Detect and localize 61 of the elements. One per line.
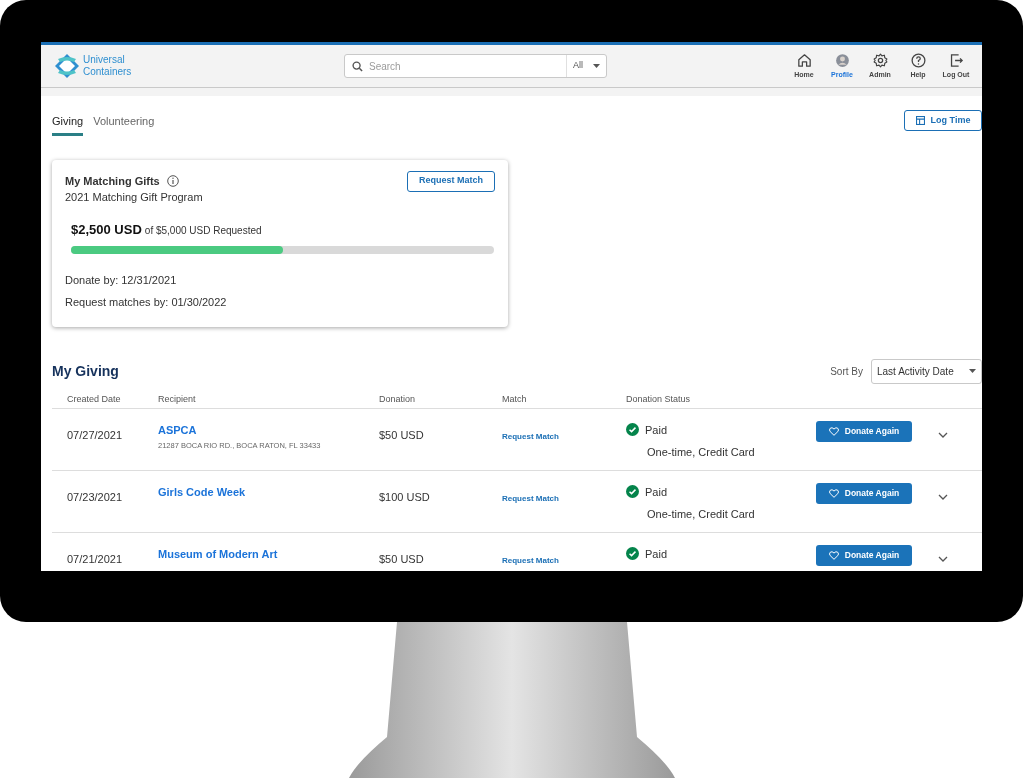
avatar-icon bbox=[833, 51, 851, 69]
chevron-down-icon[interactable] bbox=[938, 493, 948, 500]
home-icon bbox=[795, 51, 813, 69]
donate-again-button[interactable]: Donate Again bbox=[816, 420, 912, 442]
donation-status: Paid bbox=[645, 422, 668, 438]
column-header: Donation Status bbox=[626, 393, 691, 404]
log-time-button[interactable]: Log Time bbox=[904, 110, 982, 131]
request-by-date: Request matches by: 01/30/2022 bbox=[65, 295, 228, 310]
search-field[interactable]: Search All bbox=[344, 54, 607, 78]
requested-total: of $5,000 USD Requested bbox=[144, 224, 262, 238]
logo-text: Containers bbox=[83, 66, 132, 78]
donate-again-button[interactable]: Donate Again bbox=[816, 482, 912, 504]
caret-icon bbox=[969, 369, 976, 373]
column-header: Created Date bbox=[67, 393, 121, 404]
sort-label: Sort By bbox=[830, 364, 863, 379]
payment-method: One-time, Credit Card bbox=[647, 445, 756, 460]
request-match-button[interactable]: Request Match bbox=[407, 170, 495, 192]
tab[interactable]: Giving bbox=[52, 113, 84, 136]
donate-by-date: Donate by: 12/31/2021 bbox=[65, 272, 178, 288]
settings-icon bbox=[871, 51, 889, 69]
request-match-link[interactable]: Request Match bbox=[502, 493, 559, 503]
payment-method: One-time, Credit Card bbox=[647, 507, 756, 522]
logo-text: Universal bbox=[83, 54, 126, 66]
donation-status: Paid bbox=[645, 546, 668, 562]
search-icon bbox=[352, 60, 363, 72]
donate-again-button[interactable]: Donate Again bbox=[816, 544, 912, 566]
logo-icon bbox=[54, 53, 80, 79]
card-title: My Matching Gifts bbox=[65, 173, 160, 189]
column-header: Donation bbox=[379, 393, 416, 404]
table-cell: $100 USD bbox=[379, 490, 430, 503]
scope-dropdown[interactable]: All bbox=[566, 55, 606, 77]
recipient-link[interactable]: ASPCA bbox=[158, 421, 197, 438]
table-cell: 07/21/2021 bbox=[67, 552, 123, 565]
column-header: Match bbox=[502, 393, 527, 404]
heart-icon bbox=[828, 426, 839, 436]
matched-amount: $2,500 USD bbox=[71, 221, 142, 239]
chevron-down-icon[interactable] bbox=[938, 431, 948, 438]
recipient-link[interactable]: Girls Code Week bbox=[158, 483, 246, 500]
heart-icon bbox=[828, 550, 839, 560]
caret-icon bbox=[593, 64, 600, 68]
section-title: My Giving bbox=[52, 361, 119, 381]
check-circle-icon bbox=[626, 547, 639, 561]
tab[interactable]: Volunteering bbox=[93, 113, 155, 136]
request-match-link[interactable]: Request Match bbox=[502, 431, 559, 441]
info-icon[interactable] bbox=[166, 174, 179, 187]
request-match-link[interactable]: Request Match bbox=[502, 555, 559, 565]
table-cell: $50 USD bbox=[379, 428, 424, 441]
column-header: Recipient bbox=[158, 393, 196, 404]
table-cell: $50 USD bbox=[379, 552, 424, 565]
program-name: 2021 Matching Gift Program bbox=[65, 189, 204, 205]
calendar-icon bbox=[915, 116, 925, 125]
heart-icon bbox=[828, 488, 839, 498]
table-cell: 07/27/2021 bbox=[67, 428, 123, 441]
table-cell: 07/23/2021 bbox=[67, 490, 123, 503]
donation-status: Paid bbox=[645, 484, 668, 500]
check-circle-icon bbox=[626, 423, 639, 437]
sort-dropdown[interactable]: Last Activity Date bbox=[871, 358, 982, 384]
check-circle-icon bbox=[626, 485, 639, 499]
help-icon bbox=[909, 51, 927, 69]
chevron-down-icon[interactable] bbox=[938, 555, 948, 562]
recipient-link[interactable]: Museum of Modern Art bbox=[158, 545, 278, 562]
